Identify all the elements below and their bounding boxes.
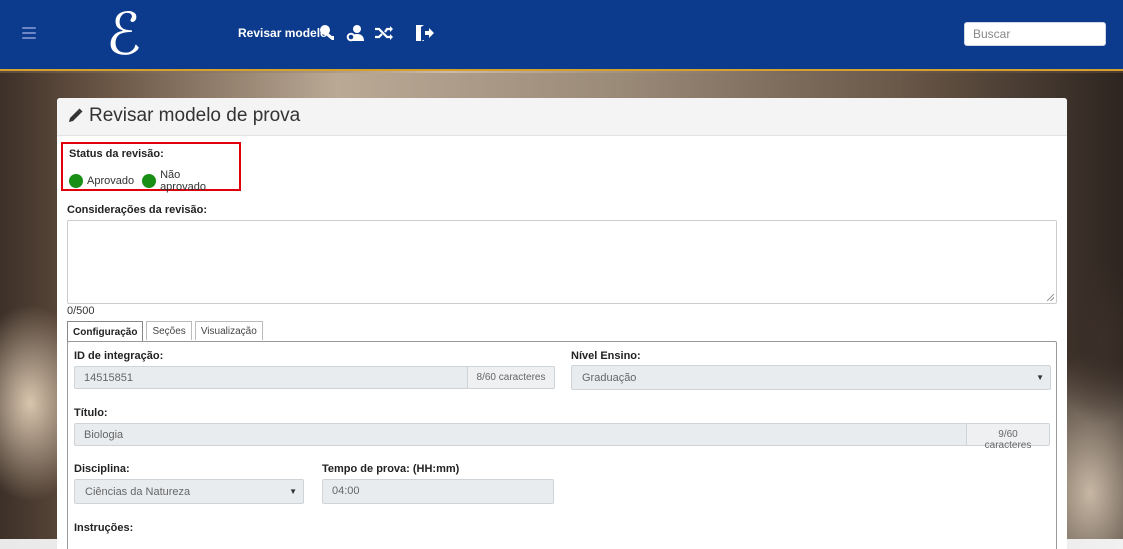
considerations-textarea[interactable] <box>67 220 1057 304</box>
pencil-icon <box>67 108 83 124</box>
logout-icon[interactable] <box>414 24 434 42</box>
discipline-label: Disciplina: <box>74 463 130 475</box>
radio-aprovado[interactable] <box>69 174 83 188</box>
status-option-aprovado[interactable]: Aprovado <box>69 174 134 188</box>
chevron-down-icon: ▼ <box>1036 373 1044 382</box>
user-settings-icon[interactable] <box>346 24 366 42</box>
logo[interactable]: ℰ <box>106 4 141 64</box>
character-counter: 0/500 <box>67 305 95 317</box>
page-title-text: Revisar modelo de prova <box>89 105 301 126</box>
chevron-down-icon: ▼ <box>289 487 297 496</box>
duration-field[interactable]: 04:00 <box>322 479 554 504</box>
search-input[interactable] <box>964 22 1106 46</box>
discipline-select[interactable]: Ciências da Natureza ▼ <box>74 479 304 504</box>
review-status-group: Status da revisão: Aprovado Não aprovado <box>61 142 241 193</box>
instructions-label: Instruções: <box>74 522 134 534</box>
tab-secoes[interactable]: Seções <box>146 321 192 340</box>
title-label: Título: <box>74 407 108 419</box>
discipline-value: Ciências da Natureza <box>85 486 191 498</box>
key-user-icon[interactable] <box>318 24 338 42</box>
page-title: Revisar modelo de prova <box>67 106 1057 126</box>
status-label: Status da revisão: <box>69 148 164 160</box>
title-field[interactable]: Biologia <box>74 423 967 446</box>
duration-label: Tempo de prova: (HH:mm) <box>322 463 460 475</box>
radio-nao-aprovado[interactable] <box>142 174 157 188</box>
tab-configuracao[interactable]: Configuração <box>67 321 144 342</box>
considerations-label: Considerações da revisão: <box>67 204 208 216</box>
hamburger-menu-icon[interactable] <box>22 27 36 39</box>
panel-header: Revisar modelo de prova <box>57 98 1067 136</box>
tab-bar: Configuração Seções Visualização <box>67 321 263 342</box>
title-char-count: 9/60 caracteres <box>966 423 1050 451</box>
status-options: Aprovado Não aprovado <box>69 169 233 193</box>
integration-id-char-count: 8/60 caracteres <box>467 366 555 389</box>
education-level-value: Graduação <box>582 372 637 384</box>
config-tab-content: ID de integração: 14515851 8/60 caracter… <box>67 341 1057 549</box>
integration-id-field[interactable]: 14515851 <box>74 366 468 389</box>
education-level-select[interactable]: Graduação ▼ <box>571 365 1051 390</box>
resize-handle-icon[interactable] <box>1047 294 1054 301</box>
status-option-label: Aprovado <box>87 175 135 187</box>
education-level-label: Nível Ensino: <box>571 350 641 362</box>
tab-visualizacao[interactable]: Visualização <box>194 321 263 340</box>
integration-id-label: ID de integração: <box>74 350 164 362</box>
shuffle-icon[interactable] <box>374 24 394 42</box>
top-navbar: ℰ Revisar modelo <box>0 0 1123 71</box>
status-option-nao-aprovado[interactable]: Não aprovado <box>142 169 229 193</box>
revisar-modelo-link[interactable]: Revisar modelo <box>238 26 327 40</box>
status-option-label: Não aprovado <box>160 169 206 193</box>
review-panel: Revisar modelo de prova Status da revisã… <box>57 98 1067 549</box>
